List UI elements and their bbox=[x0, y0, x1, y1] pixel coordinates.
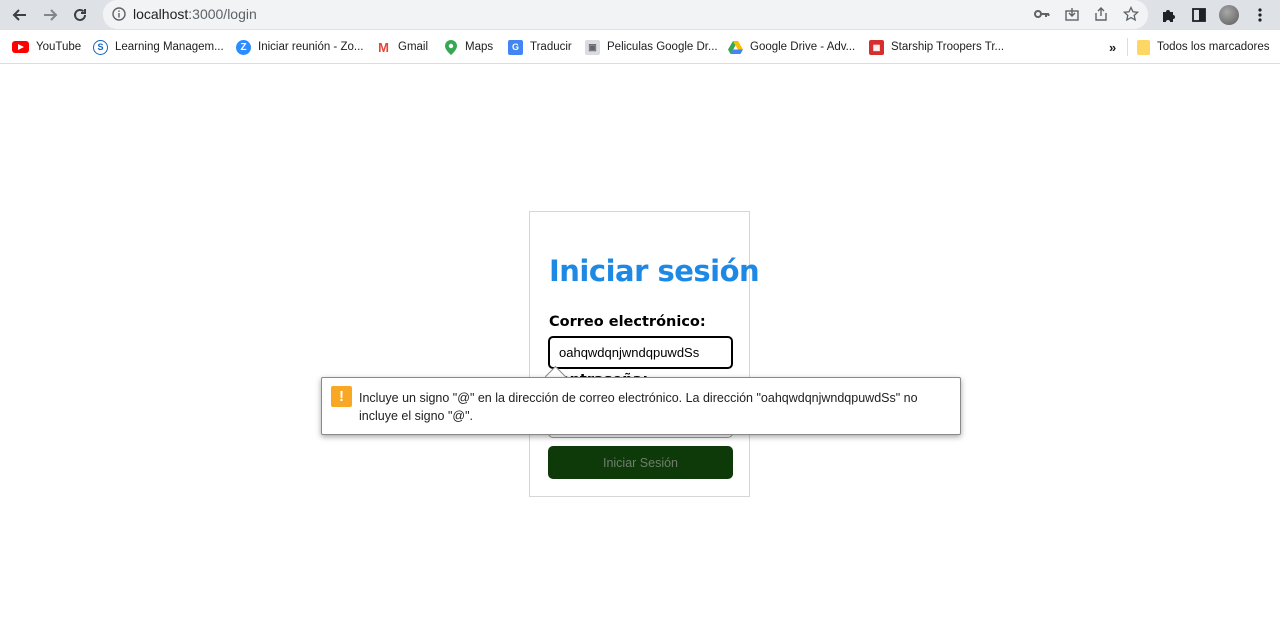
warning-icon: ! bbox=[331, 386, 352, 407]
lms-icon: S bbox=[93, 39, 108, 55]
profile-avatar[interactable] bbox=[1218, 4, 1240, 26]
gmail-icon: M bbox=[378, 39, 389, 55]
bookmark-label: Iniciar reunión - Zo... bbox=[258, 41, 364, 53]
folder-icon bbox=[1137, 39, 1150, 55]
film-icon: ▣ bbox=[585, 39, 600, 55]
share-icon[interactable] bbox=[1091, 4, 1111, 24]
bookmark-traducir[interactable]: G Traducir bbox=[508, 39, 572, 55]
bookmark-google-drive[interactable]: Google Drive - Adv... bbox=[728, 39, 855, 55]
all-bookmarks-folder[interactable]: Todos los marcadores bbox=[1137, 39, 1270, 55]
maps-icon bbox=[443, 39, 458, 55]
address-bar[interactable]: localhost:3000/login bbox=[103, 0, 1148, 29]
bookmark-star-icon[interactable] bbox=[1121, 4, 1141, 24]
login-button[interactable]: Iniciar Sesión bbox=[548, 446, 733, 479]
url-host: localhost bbox=[133, 6, 189, 22]
forward-arrow-icon[interactable] bbox=[38, 3, 62, 27]
url-path: :3000/login bbox=[188, 6, 257, 22]
more-menu-icon[interactable] bbox=[1249, 4, 1271, 26]
zoom-icon: Z bbox=[236, 39, 251, 55]
login-card: Iniciar sesión Correo electrónico: Contr… bbox=[529, 211, 760, 497]
bookmark-gmail[interactable]: M Gmail bbox=[376, 39, 428, 55]
bookmark-peliculas[interactable]: ▣ Peliculas Google Dr... bbox=[585, 39, 718, 55]
bookmark-label: Peliculas Google Dr... bbox=[607, 41, 718, 53]
bookmark-youtube[interactable]: YouTube bbox=[12, 39, 81, 55]
bookmark-label: Google Drive - Adv... bbox=[750, 41, 856, 53]
bookmark-label: Todos los marcadores bbox=[1157, 41, 1270, 53]
bookmark-label: YouTube bbox=[36, 41, 82, 53]
extensions-puzzle-icon[interactable] bbox=[1158, 4, 1180, 26]
bookmark-label: Learning Managem... bbox=[115, 41, 224, 53]
bookmark-label: Gmail bbox=[398, 41, 429, 53]
youtube-icon bbox=[12, 41, 29, 53]
bookmark-label: Traducir bbox=[530, 41, 572, 53]
info-icon[interactable] bbox=[109, 4, 129, 24]
bookmark-maps[interactable]: Maps bbox=[443, 39, 493, 55]
validation-message: Incluye un signo "@" en la dirección de … bbox=[359, 391, 918, 423]
clapper-icon: ▦ bbox=[869, 39, 884, 55]
browser-toolbar: localhost:3000/login bbox=[0, 0, 1280, 30]
validation-tooltip: ! Incluye un signo "@" en la dirección d… bbox=[321, 377, 961, 435]
bookmark-starship-troopers[interactable]: ▦ Starship Troopers Tr... bbox=[869, 39, 1004, 55]
reload-icon[interactable] bbox=[68, 3, 92, 27]
bookmark-label: Starship Troopers Tr... bbox=[891, 41, 1005, 53]
drive-icon bbox=[728, 40, 743, 55]
address-url: localhost:3000/login bbox=[133, 6, 257, 22]
side-panel-icon[interactable] bbox=[1188, 4, 1210, 26]
email-field[interactable] bbox=[548, 336, 733, 369]
translate-icon: G bbox=[508, 39, 523, 55]
key-icon[interactable] bbox=[1032, 4, 1052, 24]
page-title: Iniciar sesión bbox=[549, 254, 760, 288]
back-arrow-icon[interactable] bbox=[8, 3, 32, 27]
bookmarks-overflow-button[interactable]: » bbox=[1109, 39, 1116, 55]
email-label: Correo electrónico: bbox=[549, 314, 706, 330]
bookmark-learning-management[interactable]: S Learning Managem... bbox=[93, 39, 224, 55]
bookmarks-divider bbox=[1127, 38, 1128, 56]
install-app-icon[interactable] bbox=[1062, 4, 1082, 24]
bookmark-zoom[interactable]: Z Iniciar reunión - Zo... bbox=[236, 39, 363, 55]
bookmark-label: Maps bbox=[465, 41, 494, 53]
bookmarks-bar: YouTube S Learning Managem... Z Iniciar … bbox=[0, 30, 1280, 64]
